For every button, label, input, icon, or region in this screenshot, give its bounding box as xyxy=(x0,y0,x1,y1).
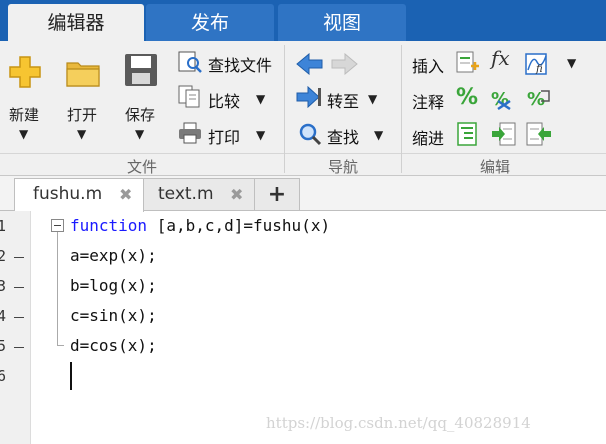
compare-label: 比较 xyxy=(208,92,241,111)
code-line-4[interactable]: c=sin(x); xyxy=(70,306,157,325)
add-tab-button[interactable]: + xyxy=(254,178,300,210)
goto-button[interactable]: 转至 ▼ xyxy=(296,85,396,111)
forward-arrow-icon[interactable] xyxy=(330,53,358,75)
code-line-3[interactable]: b=log(x); xyxy=(70,276,157,295)
close-icon[interactable]: ✖ xyxy=(230,179,243,210)
back-arrow-icon[interactable] xyxy=(296,53,324,75)
line-number: 5 xyxy=(0,337,7,355)
wrap-comments-icon[interactable]: % xyxy=(526,87,552,111)
fold-toggle-icon[interactable] xyxy=(51,219,64,232)
insert-section-icon[interactable] xyxy=(456,50,480,74)
save-label: 保存 xyxy=(125,106,156,124)
insert-label: 插入 xyxy=(412,57,445,76)
chevron-down-icon: ▼ xyxy=(256,128,266,142)
code-line-2[interactable]: a=exp(x); xyxy=(70,246,157,265)
goto-arrow-icon xyxy=(296,86,321,108)
find-files-icon xyxy=(178,51,202,73)
open-label: 打开 xyxy=(67,106,98,124)
chevron-down-icon: ▼ xyxy=(374,128,384,142)
find-button[interactable]: 查找 ▼ xyxy=(296,121,396,147)
nav-group-label: 导航 xyxy=(327,158,358,176)
tab-editor[interactable]: 编辑器 xyxy=(8,4,144,41)
text-cursor xyxy=(70,362,72,390)
ribbon-toolbar: 新建 ▼ 打开 ▼ 保存 ▼ 查找文件 比较 ▼ 打印 ▼ 文件 转至 ▼ 查找… xyxy=(0,41,606,176)
smart-indent-icon[interactable] xyxy=(456,122,480,146)
chevron-down-icon[interactable]: ▼ xyxy=(567,56,576,70)
fold-end xyxy=(57,345,64,346)
breakpoint-dash[interactable] xyxy=(14,347,24,348)
uncomment-icon[interactable]: % xyxy=(490,87,516,111)
tab-view[interactable]: 视图 xyxy=(278,4,406,41)
increase-indent-icon[interactable] xyxy=(491,122,517,146)
chevron-down-icon: ▼ xyxy=(77,127,87,141)
comment-button[interactable]: % xyxy=(456,85,478,110)
code-line-5[interactable]: d=cos(x); xyxy=(70,336,157,355)
chevron-down-icon: ▼ xyxy=(368,92,378,106)
open-button[interactable]: 打开 ▼ xyxy=(60,47,106,147)
find-files-label: 查找文件 xyxy=(208,56,273,75)
goto-label: 转至 xyxy=(327,92,360,111)
new-label: 新建 xyxy=(9,106,40,124)
svg-text:%: % xyxy=(527,89,545,110)
magnifier-icon xyxy=(299,123,322,146)
editor-tab-label: fushu.m xyxy=(33,184,103,204)
line-number: 4 xyxy=(0,307,7,325)
code-line-1[interactable]: function [a,b,c,d]=fushu(x) xyxy=(70,216,330,235)
svg-text:fi: fi xyxy=(535,64,543,75)
keyword-function: function xyxy=(70,216,148,235)
edit-group-label: 编辑 xyxy=(479,158,510,176)
compare-button[interactable]: 比较 ▼ xyxy=(176,85,280,111)
print-button[interactable]: 打印 ▼ xyxy=(176,121,280,147)
editor-tab-fushu[interactable]: fushu.m ✖ xyxy=(14,178,144,212)
folder-icon xyxy=(66,62,100,87)
print-label: 打印 xyxy=(208,128,241,147)
floppy-disk-icon xyxy=(125,54,157,86)
decrease-indent-icon[interactable] xyxy=(526,122,552,146)
line-number: 3 xyxy=(0,277,7,295)
chevron-down-icon: ▼ xyxy=(19,127,29,141)
indent-label: 缩进 xyxy=(412,129,445,148)
file-group-label: 文件 xyxy=(126,158,157,176)
editor-tab-text[interactable]: text.m ✖ xyxy=(143,178,255,210)
save-button[interactable]: 保存 ▼ xyxy=(118,47,164,147)
compare-icon xyxy=(178,85,200,108)
watermark: https://blog.csdn.net/qq_40828914 xyxy=(266,414,531,432)
fx-button[interactable]: fx xyxy=(491,46,517,74)
fold-line xyxy=(57,232,58,346)
printer-icon xyxy=(179,122,201,144)
editor-tab-label: text.m xyxy=(158,184,214,204)
line-number: 6 xyxy=(0,367,7,385)
breakpoint-dash[interactable] xyxy=(14,257,24,258)
close-icon[interactable]: ✖ xyxy=(119,179,132,210)
comment-label: 注释 xyxy=(412,93,445,112)
find-files-button[interactable]: 查找文件 xyxy=(176,49,280,75)
chevron-down-icon: ▼ xyxy=(256,92,266,106)
editor-tab-bar: fushu.m ✖ text.m ✖ + xyxy=(0,176,606,212)
plus-icon xyxy=(9,56,41,88)
line-number: 2 xyxy=(0,247,7,265)
breakpoint-dash[interactable] xyxy=(14,287,24,288)
new-button[interactable]: 新建 ▼ xyxy=(2,47,48,147)
chevron-down-icon: ▼ xyxy=(135,127,145,141)
insert-function-icon[interactable]: fi xyxy=(525,50,551,76)
ribbon-tab-bar: 编辑器 发布 视图 xyxy=(0,0,606,41)
line-number: 1 xyxy=(0,217,7,235)
code-text: [a,b,c,d]=fushu(x) xyxy=(147,216,331,235)
line-number-gutter: 1 2 3 4 5 6 xyxy=(0,211,31,444)
find-label: 查找 xyxy=(327,128,360,147)
tab-publish[interactable]: 发布 xyxy=(146,4,274,41)
breakpoint-dash[interactable] xyxy=(14,317,24,318)
